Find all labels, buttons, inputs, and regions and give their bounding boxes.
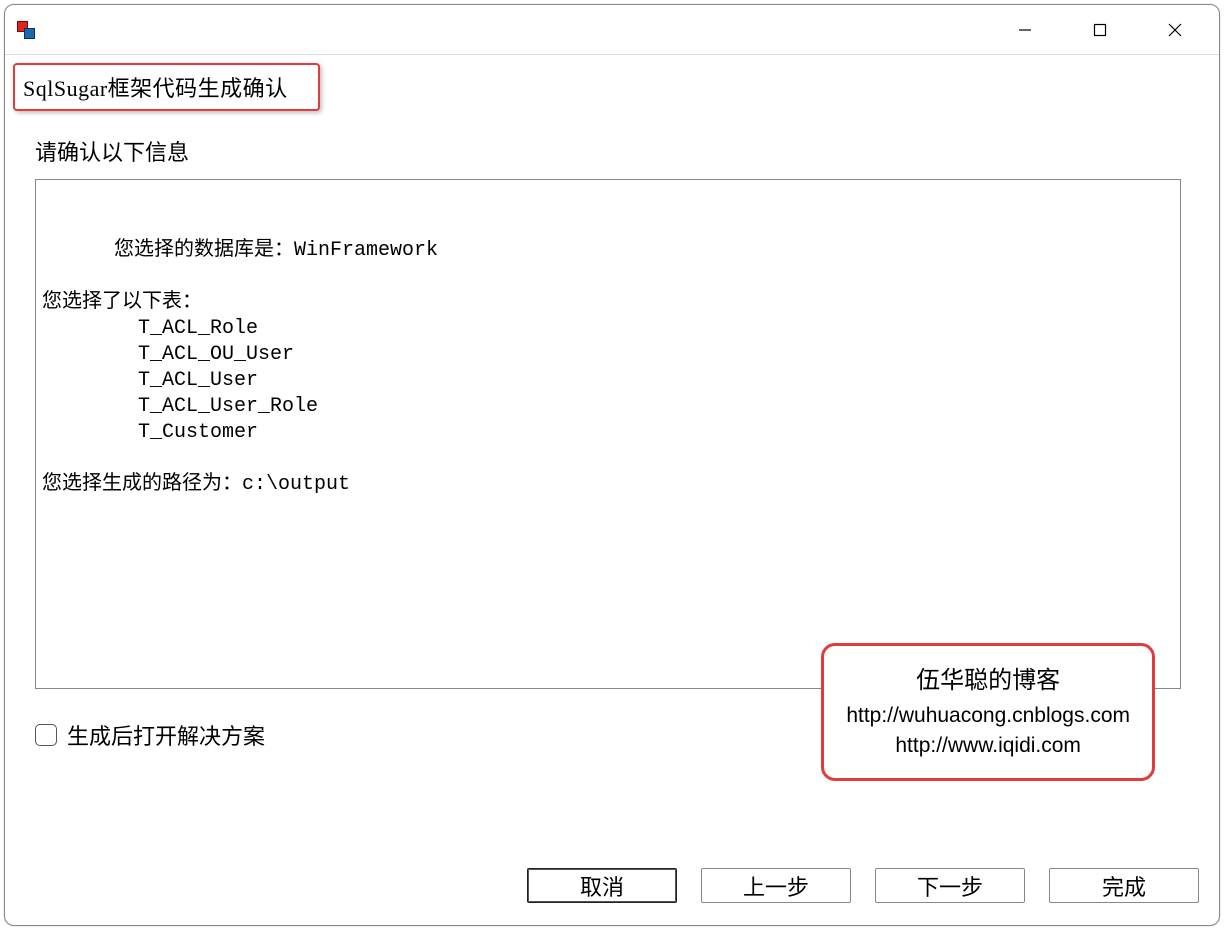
summary-table-row: T_ACL_Role <box>138 317 258 340</box>
summary-table-row: T_Customer <box>138 421 258 444</box>
summary-table-row: T_ACL_OU_User <box>138 343 294 366</box>
content-area: 请确认以下信息 您选择的数据库是：WinFramework 您选择了以下表： T… <box>5 115 1219 751</box>
maximize-button[interactable] <box>1077 7 1122 52</box>
window-controls <box>1002 7 1215 52</box>
close-button[interactable] <box>1152 7 1197 52</box>
open-solution-label: 生成后打开解决方案 <box>67 719 265 751</box>
previous-button[interactable]: 上一步 <box>701 868 851 903</box>
confirm-label: 请确认以下信息 <box>35 135 1189 167</box>
summary-table-row: T_ACL_User <box>138 369 258 392</box>
scroll-down-icon[interactable] <box>1160 666 1176 682</box>
summary-table-row: T_ACL_User_Role <box>138 395 318 418</box>
watermark-link-1: http://wuhuacong.cnblogs.com <box>846 701 1130 731</box>
scroll-up-icon[interactable] <box>1160 186 1176 202</box>
summary-path-line: 您选择生成的路径为：c:\output <box>42 473 350 496</box>
summary-db-line: 您选择的数据库是：WinFramework <box>114 239 438 262</box>
watermark-box: 伍华聪的博客 http://wuhuacong.cnblogs.com http… <box>821 643 1155 781</box>
watermark-link-2: http://www.iqidi.com <box>846 731 1130 761</box>
app-icon <box>17 21 35 39</box>
cancel-button[interactable]: 取消 <box>527 868 677 903</box>
header: SqlSugar框架代码生成确认 <box>5 55 1219 115</box>
watermark-title: 伍华聪的博客 <box>846 660 1130 695</box>
minimize-button[interactable] <box>1002 7 1047 52</box>
wizard-buttons: 取消 上一步 下一步 完成 <box>527 868 1199 903</box>
summary-tables-header: 您选择了以下表： <box>42 291 202 314</box>
dialog-window: SqlSugar框架代码生成确认 请确认以下信息 您选择的数据库是：WinFra… <box>4 4 1220 926</box>
next-button[interactable]: 下一步 <box>875 868 1025 903</box>
titlebar <box>5 5 1219 55</box>
page-title: SqlSugar框架代码生成确认 <box>13 63 320 111</box>
summary-textbox[interactable]: 您选择的数据库是：WinFramework 您选择了以下表： T_ACL_Rol… <box>35 179 1181 689</box>
finish-button[interactable]: 完成 <box>1049 868 1199 903</box>
open-solution-checkbox[interactable] <box>35 724 57 746</box>
